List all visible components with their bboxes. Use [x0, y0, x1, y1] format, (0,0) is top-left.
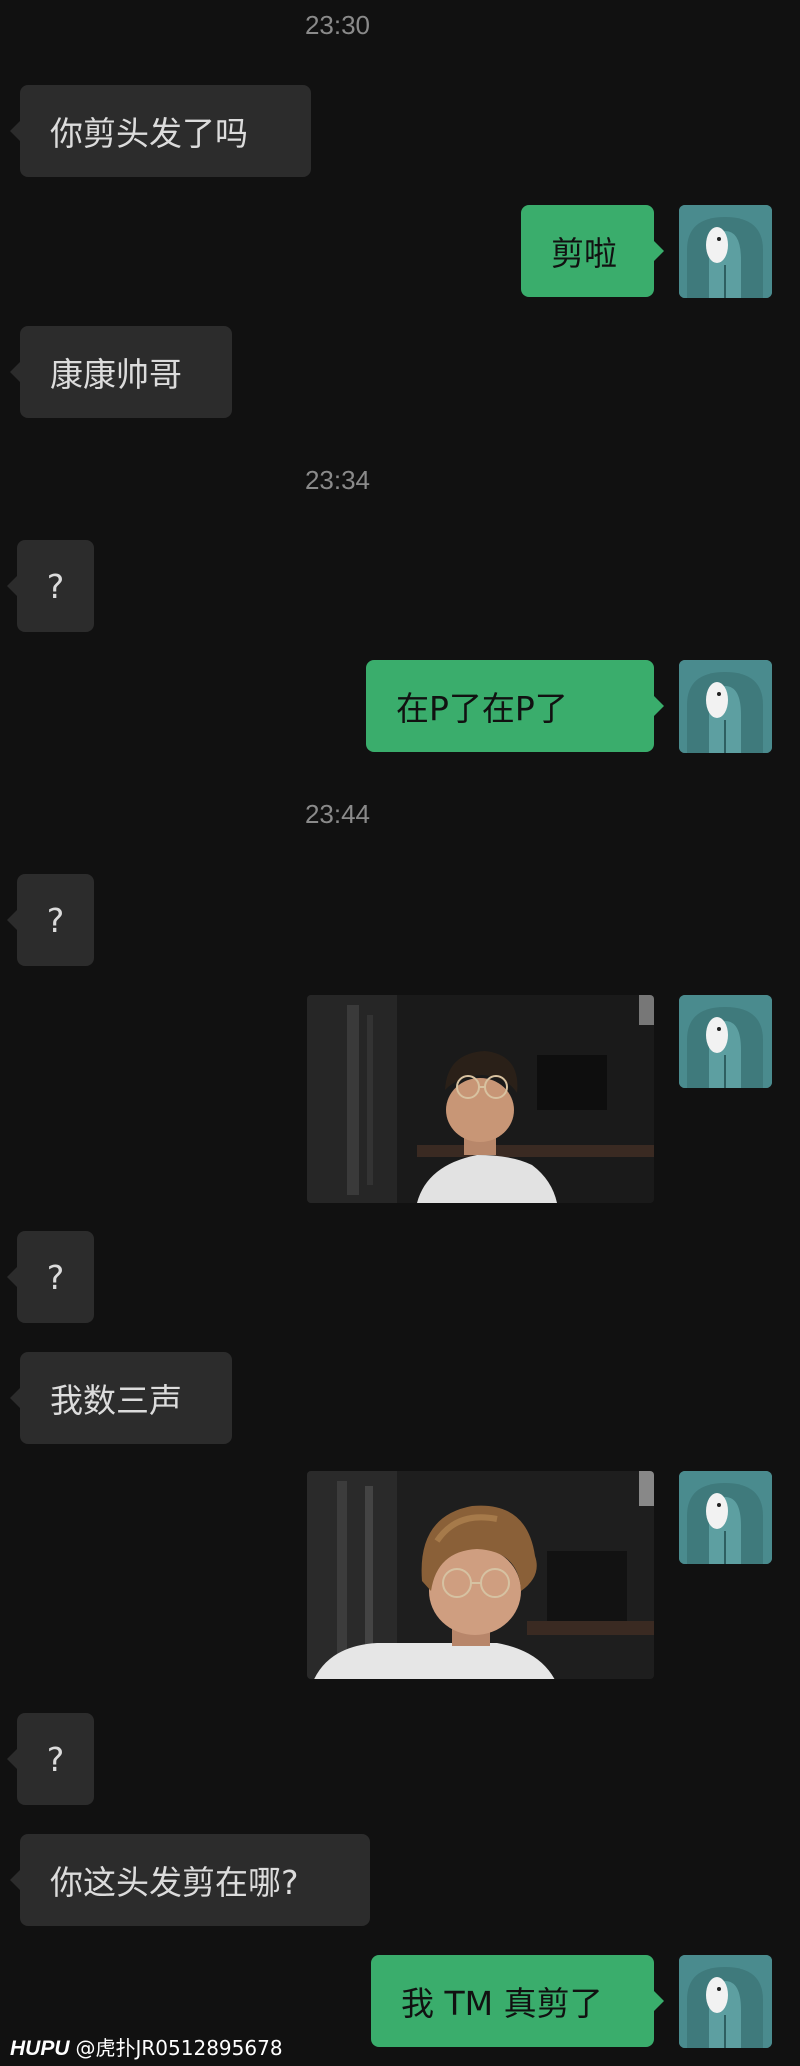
message-text: ?: [46, 566, 65, 606]
message-bubble-incoming[interactable]: 我数三声: [10, 1352, 232, 1444]
message-text: 康康帅哥: [50, 355, 182, 394]
timestamp-2344: 23:44: [304, 799, 371, 829]
timestamp-2334: 23:34: [304, 465, 371, 495]
watermark-username: @虎扑JR0512895678: [75, 2036, 283, 2060]
message-bubble-outgoing[interactable]: 在P了在P了: [366, 660, 664, 752]
message-text: 在P了在P了: [396, 689, 568, 728]
selfie-photo-2[interactable]: [307, 1471, 654, 1679]
message-bubble-incoming[interactable]: 你这头发剪在哪?: [10, 1834, 370, 1926]
message-bubble-incoming[interactable]: ?: [7, 874, 94, 966]
message-bubble-incoming[interactable]: ?: [7, 1231, 94, 1323]
bear-hoodie-avatar-icon[interactable]: [679, 995, 772, 1088]
message-bubble-incoming[interactable]: 你剪头发了吗: [10, 85, 311, 177]
hupu-logo: HUPU: [10, 2037, 70, 2060]
message-bubble-outgoing[interactable]: 剪啦: [521, 205, 664, 297]
message-bubble-incoming[interactable]: 康康帅哥: [10, 326, 232, 418]
hupu-watermark: HUPU @虎扑JR0512895678: [10, 2032, 283, 2061]
message-text: ?: [46, 1257, 65, 1297]
message-text: ?: [46, 1739, 65, 1779]
message-bubble-incoming[interactable]: ?: [7, 1713, 94, 1805]
selfie-photo-1[interactable]: [307, 995, 654, 1203]
bear-hoodie-avatar-icon[interactable]: [679, 205, 772, 298]
timestamp-2330: 23:30: [304, 10, 371, 40]
bear-hoodie-avatar-icon[interactable]: [679, 1955, 772, 2048]
message-text: ?: [46, 900, 65, 940]
message-text: 你剪头发了吗: [50, 114, 248, 153]
message-text: 我 TM 真剪了: [401, 1984, 603, 2023]
bear-hoodie-avatar-icon[interactable]: [679, 660, 772, 753]
message-text: 你这头发剪在哪?: [50, 1863, 299, 1902]
message-text: 我数三声: [50, 1381, 182, 1420]
bear-hoodie-avatar-icon[interactable]: [679, 1471, 772, 1564]
message-text: 剪啦: [551, 234, 617, 273]
message-bubble-outgoing[interactable]: 我 TM 真剪了: [371, 1955, 664, 2047]
message-bubble-incoming[interactable]: ?: [7, 540, 94, 632]
